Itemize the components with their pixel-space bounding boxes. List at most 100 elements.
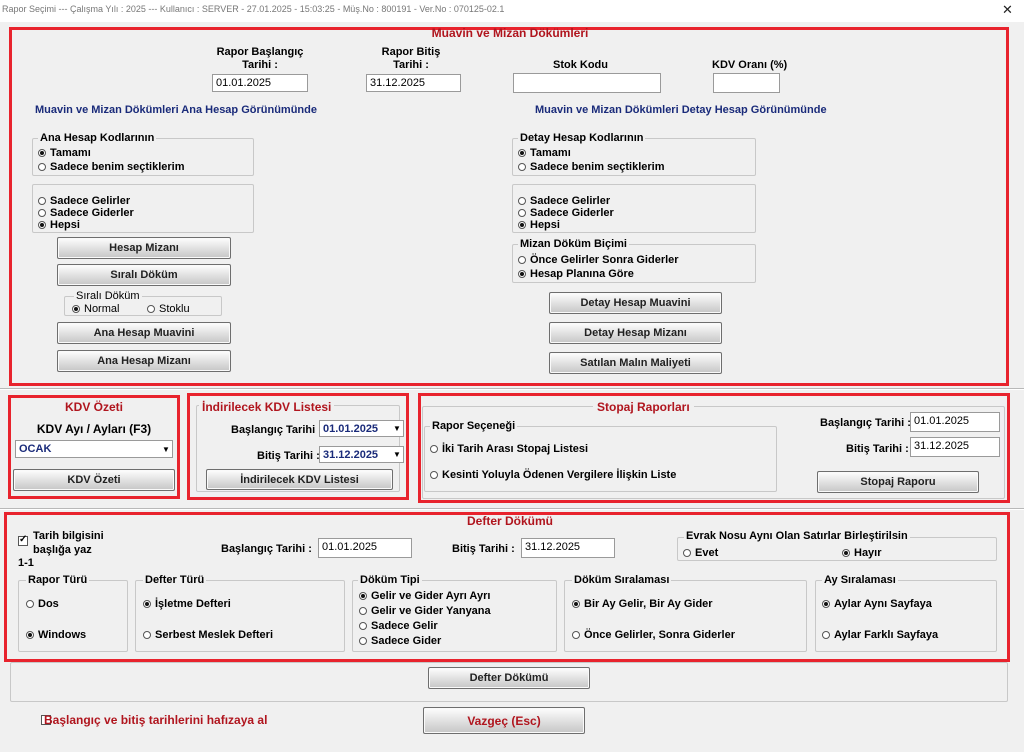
indirilecek-end-select[interactable]: 31.12.2025 ▼ — [319, 446, 404, 463]
radio-icon[interactable] — [518, 221, 526, 229]
radio-icon[interactable] — [143, 631, 151, 639]
stopaj-end-input[interactable]: 31.12.2025 — [910, 437, 1000, 457]
radio-icon[interactable] — [26, 600, 34, 608]
radio-icon[interactable] — [72, 305, 80, 313]
sirali-normal-option[interactable]: Normal — [72, 303, 119, 315]
radio-icon[interactable] — [518, 149, 526, 157]
hesap-mizani-button[interactable]: Hesap Mizanı — [57, 237, 231, 259]
start-date-input[interactable]: 01.01.2025 — [212, 74, 308, 92]
mizan-once-gelirler-option[interactable]: Önce Gelirler Sonra Giderler — [518, 254, 679, 266]
evrak-evet-option[interactable]: Evet — [683, 547, 718, 559]
indirilecek-kdv-button[interactable]: İndirilecek KDV Listesi — [206, 469, 393, 490]
dokum-yanyana-option[interactable]: Gelir ve Gider Yanyana — [359, 605, 491, 617]
radio-icon[interactable] — [38, 221, 46, 229]
radio-icon[interactable] — [822, 631, 830, 639]
chevron-down-icon[interactable]: ▼ — [160, 445, 172, 454]
indirilecek-start-select[interactable]: 01.01.2025 ▼ — [319, 420, 404, 437]
dokum-ayri-option[interactable]: Gelir ve Gider Ayrı Ayrı — [359, 590, 490, 602]
dokum-gider-option[interactable]: Sadece Gider — [359, 635, 441, 647]
dokum-tipi-title: Döküm Tipi — [358, 574, 422, 586]
isletme-defteri-option[interactable]: İşletme Defteri — [143, 598, 231, 610]
aylar-farkli-option[interactable]: Aylar Farklı Sayfaya — [822, 629, 938, 641]
dokum-gelir-option[interactable]: Sadece Gelir — [359, 620, 438, 632]
radio-icon[interactable] — [430, 445, 438, 453]
detay-hesap-heading: Muavin ve Mizan Dökümleri Detay Hesap Gö… — [535, 104, 827, 116]
vazgec-button[interactable]: Vazgeç (Esc) — [423, 707, 585, 734]
aylar-ayni-option[interactable]: Aylar Aynı Sayfaya — [822, 598, 932, 610]
radio-icon[interactable] — [683, 549, 691, 557]
radio-icon[interactable] — [572, 631, 580, 639]
radio-icon[interactable] — [359, 607, 367, 615]
ana-hesap-mizani-button[interactable]: Ana Hesap Mizanı — [57, 350, 231, 372]
defter-dokumu-button[interactable]: Defter Dökümü — [428, 667, 590, 689]
radio-icon[interactable] — [38, 149, 46, 157]
ana-secilen-option[interactable]: Sadece benim seçtiklerim — [38, 161, 185, 173]
chevron-down-icon[interactable]: ▼ — [391, 450, 403, 459]
siralama-bir-ay-option[interactable]: Bir Ay Gelir, Bir Ay Gider — [572, 598, 713, 610]
stopaj-start-input[interactable]: 01.01.2025 — [910, 412, 1000, 432]
detay-hesap-group-title: Detay Hesap Kodlarının — [518, 132, 646, 144]
detay-tamami-option[interactable]: Tamamı — [518, 147, 571, 159]
detay-secilen-option[interactable]: Sadece benim seçtiklerim — [518, 161, 665, 173]
indirilecek-end-label: Bitiş Tarihi : — [257, 450, 320, 462]
detay-gelirler-option[interactable]: Sadece Gelirler — [518, 195, 610, 207]
detay-hesap-mizani-button[interactable]: Detay Hesap Mizanı — [549, 322, 722, 344]
defter-start-input[interactable]: 01.01.2025 — [318, 538, 412, 558]
satilan-malin-maliyeti-button[interactable]: Satılan Malın Maliyeti — [549, 352, 722, 374]
tarih-checkbox[interactable] — [18, 534, 28, 546]
stok-kodu-input[interactable] — [513, 73, 661, 93]
mizan-hesap-plani-option[interactable]: Hesap Planına Göre — [518, 268, 634, 280]
siralama-once-option[interactable]: Önce Gelirler, Sonra Giderler — [572, 629, 735, 641]
radio-icon[interactable] — [518, 270, 526, 278]
radio-icon[interactable] — [359, 622, 367, 630]
radio-icon[interactable] — [572, 600, 580, 608]
ana-gelirler-option[interactable]: Sadece Gelirler — [38, 195, 130, 207]
end-date-input[interactable]: 31.12.2025 — [366, 74, 461, 92]
radio-icon[interactable] — [38, 163, 46, 171]
stopaj-raporu-button[interactable]: Stopaj Raporu — [817, 471, 979, 493]
radio-icon[interactable] — [26, 631, 34, 639]
ana-hesap-group-title: Ana Hesap Kodlarının — [38, 132, 157, 144]
serbest-meslek-option[interactable]: Serbest Meslek Defteri — [143, 629, 273, 641]
rapor-dos-option[interactable]: Dos — [26, 598, 59, 610]
stopaj-iki-tarih-option[interactable]: İki Tarih Arası Stopaj Listesi — [430, 443, 588, 455]
radio-icon[interactable] — [842, 549, 850, 557]
kdv-ozeti-button[interactable]: KDV Özeti — [13, 469, 175, 491]
sirali-stoklu-option[interactable]: Stoklu — [147, 303, 190, 315]
rapor-windows-option[interactable]: Windows — [26, 629, 86, 641]
rapor-turu-group — [18, 580, 128, 652]
radio-icon[interactable] — [147, 305, 155, 313]
kdv-orani-input[interactable] — [713, 73, 780, 93]
separator — [0, 388, 1024, 390]
stopaj-kesinti-option[interactable]: Kesinti Yoluyla Ödenen Vergilere İlişkin… — [430, 469, 676, 481]
radio-icon[interactable] — [518, 163, 526, 171]
defter-turu-group — [135, 580, 345, 652]
radio-icon[interactable] — [143, 600, 151, 608]
defter-end-input[interactable]: 31.12.2025 — [521, 538, 615, 558]
radio-icon[interactable] — [359, 592, 367, 600]
detay-hepsi-option[interactable]: Hepsi — [518, 219, 560, 231]
ana-hepsi-option[interactable]: Hepsi — [38, 219, 80, 231]
ana-giderler-option[interactable]: Sadece Giderler — [38, 207, 134, 219]
detay-hesap-muavini-button[interactable]: Detay Hesap Muavini — [549, 292, 722, 314]
ana-tamami-option[interactable]: Tamamı — [38, 147, 91, 159]
evrak-group-title: Evrak Nosu Aynı Olan Satırlar Birleştiri… — [684, 530, 910, 542]
detay-giderler-option[interactable]: Sadece Giderler — [518, 207, 614, 219]
kdv-ozeti-title: KDV Özeti — [64, 400, 123, 414]
ana-hesap-muavini-button[interactable]: Ana Hesap Muavini — [57, 322, 231, 344]
end-date-label: Rapor Bitiş Tarihi : — [381, 46, 441, 71]
sirali-dokum-button[interactable]: Sıralı Döküm — [57, 264, 231, 286]
window-title: Rapor Seçimi --- Çalışma Yılı : 2025 ---… — [2, 4, 505, 14]
radio-icon[interactable] — [430, 471, 438, 479]
evrak-hayir-option[interactable]: Hayır — [842, 547, 882, 559]
radio-icon[interactable] — [359, 637, 367, 645]
kdv-ay-select[interactable]: OCAK ▼ — [15, 440, 173, 458]
radio-icon[interactable] — [518, 256, 526, 264]
radio-icon[interactable] — [518, 197, 526, 205]
radio-icon[interactable] — [38, 197, 46, 205]
close-icon[interactable]: ✕ — [1002, 2, 1013, 18]
chevron-down-icon[interactable]: ▼ — [391, 424, 403, 433]
radio-icon[interactable] — [38, 209, 46, 217]
radio-icon[interactable] — [518, 209, 526, 217]
radio-icon[interactable] — [822, 600, 830, 608]
